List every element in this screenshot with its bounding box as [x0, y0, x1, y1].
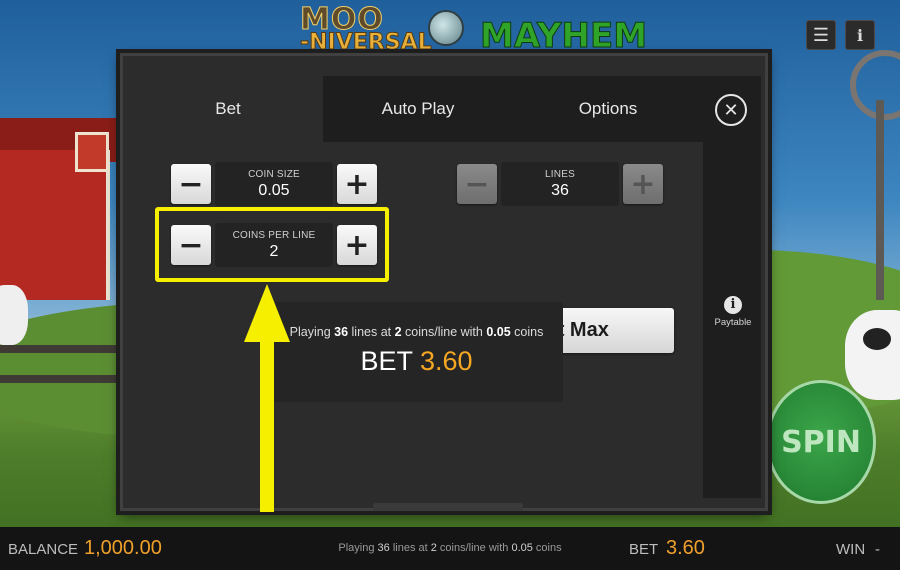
lines-decrease-button[interactable]: −: [457, 164, 497, 204]
minus-icon: −: [464, 166, 490, 202]
fence: [0, 375, 140, 383]
info-icon: i: [724, 296, 742, 314]
paytable-button[interactable]: i Paytable: [711, 296, 755, 328]
spin-label: SPIN: [781, 424, 861, 460]
hamburger-icon: ☰: [812, 24, 830, 45]
coin-size-increase-button[interactable]: +: [337, 164, 377, 204]
spin-button[interactable]: SPIN: [766, 380, 876, 504]
lines-increase-button[interactable]: +: [623, 164, 663, 204]
total-bet-value: 3.60: [419, 346, 473, 376]
tab-bet[interactable]: Bet: [133, 76, 323, 142]
win-value: -: [875, 541, 880, 558]
total-bet-label: BET: [360, 346, 413, 376]
windmill-image: [850, 30, 900, 300]
lines-field: LINES 36: [501, 162, 619, 206]
total-bet: BET 3.60: [270, 346, 563, 377]
tab-auto-play[interactable]: Auto Play: [323, 76, 513, 142]
cow-image: [845, 310, 900, 400]
status-bar: BALANCE 1,000.00 Playing 36 lines at 2 c…: [0, 527, 900, 570]
bet-label: BET: [629, 541, 659, 558]
barn-image: [0, 150, 110, 300]
coin-size-stepper: − COIN SIZE 0.05 +: [171, 162, 377, 206]
annotation-arrow-icon: [244, 284, 290, 512]
plus-icon: +: [630, 166, 656, 202]
info-icon: i: [856, 25, 864, 45]
bet-info-text: Playing 36 lines at 2 coins/line with 0.…: [338, 542, 562, 554]
paytable-label: Paytable: [714, 317, 752, 328]
bet-summary-text: Playing 36 lines at 2 coins/line with 0.…: [289, 325, 544, 339]
tab-options[interactable]: Options: [513, 76, 703, 142]
coin-size-label: COIN SIZE: [248, 168, 300, 180]
fence: [0, 345, 140, 353]
info-button[interactable]: i: [845, 20, 875, 50]
coin-size-decrease-button[interactable]: −: [171, 164, 211, 204]
bet-settings-modal: Bet Auto Play Options ✕ − COIN SIZE 0.05…: [120, 53, 768, 511]
close-button[interactable]: ✕: [715, 94, 747, 126]
lines-stepper: − LINES 36 +: [457, 162, 663, 206]
bet-value: 3.60: [666, 537, 705, 559]
logo-text-niversal: -NIVERSAL: [300, 30, 433, 56]
coins-per-line-highlight: [155, 207, 389, 282]
barn-tower: [75, 132, 109, 172]
modal-footer-bar: [373, 503, 523, 511]
cow-image: [0, 285, 28, 345]
logo-text-mayhem: MAYHEM: [479, 16, 648, 57]
modal-tabs: Bet Auto Play Options: [133, 76, 703, 142]
minus-icon: −: [178, 166, 204, 202]
close-icon: ✕: [723, 99, 739, 120]
win-label: WIN: [836, 541, 866, 558]
ufo-icon: [428, 10, 464, 46]
menu-button[interactable]: ☰: [806, 20, 836, 50]
plus-icon: +: [344, 166, 370, 202]
coin-size-field: COIN SIZE 0.05: [215, 162, 333, 206]
bet-summary-panel: Playing 36 lines at 2 coins/line with 0.…: [270, 302, 563, 402]
coin-size-value: 0.05: [258, 181, 290, 199]
lines-value: 36: [551, 181, 569, 199]
lines-label: LINES: [545, 168, 575, 180]
